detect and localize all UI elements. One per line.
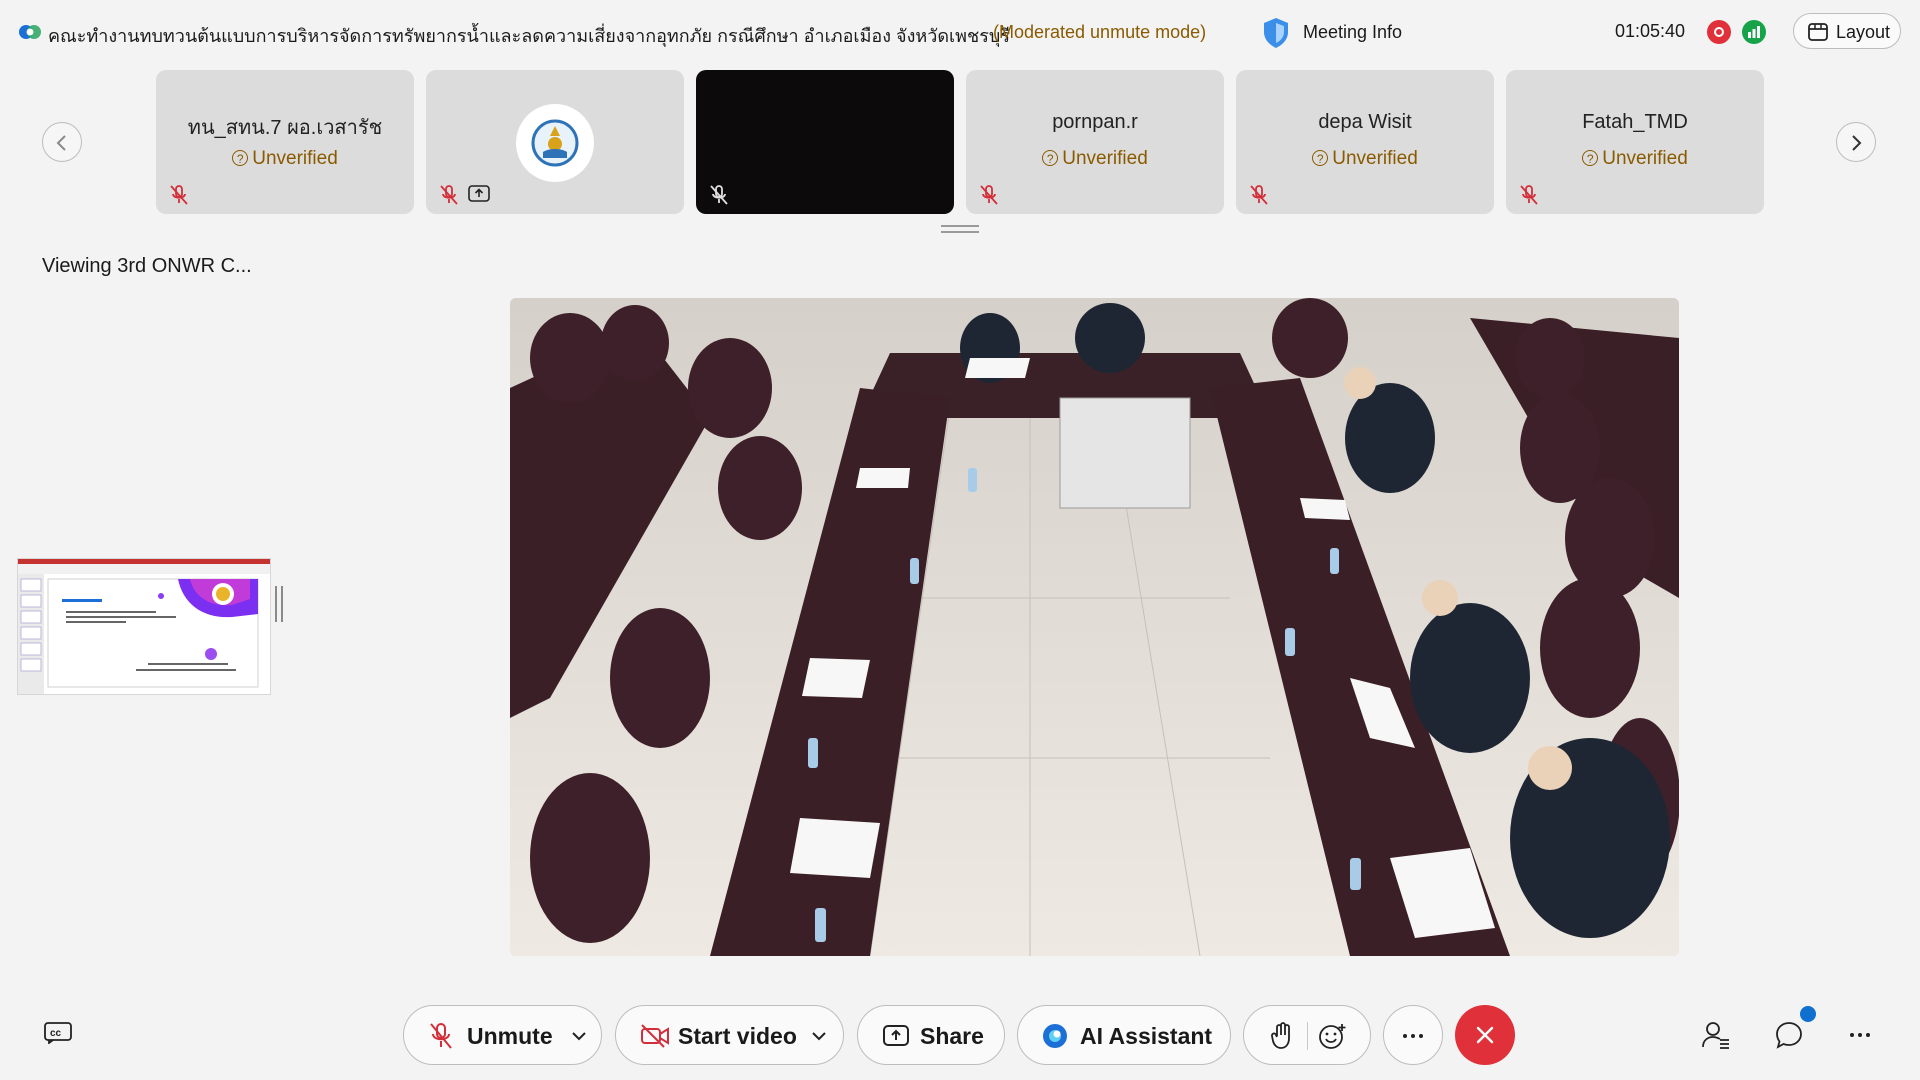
more-icon[interactable] — [1849, 1032, 1871, 1038]
ai-assistant-label: AI Assistant — [1080, 1023, 1213, 1049]
main-video-feed — [510, 298, 1679, 956]
participant-name: Fatah_TMD — [1582, 111, 1688, 133]
muted-mic-icon — [170, 185, 188, 205]
meeting-timer: 01:05:40 — [1615, 21, 1686, 41]
share-label: Share — [920, 1023, 984, 1049]
layout-label: Layout — [1836, 22, 1891, 42]
participant-status: ? Unverified — [1506, 148, 1764, 170]
avatar — [516, 104, 594, 182]
end-call-button[interactable] — [1455, 1005, 1515, 1065]
reactions-group — [1243, 1005, 1371, 1065]
thumbnail-resize-handle[interactable] — [275, 586, 283, 622]
muted-mic-icon — [1250, 185, 1268, 205]
unmute-label: Unmute — [467, 1023, 553, 1049]
participant-tile[interactable]: Fatah_TMD ? Unverified — [1506, 70, 1764, 214]
meeting-info-button[interactable]: Meeting Info — [1303, 22, 1402, 43]
chevron-down-icon[interactable] — [812, 1031, 826, 1041]
viewing-label: Viewing 3rd ONWR C... — [42, 255, 252, 277]
participant-tile[interactable]: depa Wisit ? Unverified — [1236, 70, 1494, 214]
recording-icon[interactable] — [1707, 20, 1731, 44]
share-screen-icon — [883, 1025, 909, 1046]
share-screen-icon — [468, 185, 490, 202]
muted-mic-icon — [710, 185, 728, 205]
chevron-right-icon — [1852, 135, 1862, 151]
chat-icon[interactable] — [1774, 1020, 1804, 1050]
muted-mic-icon — [980, 185, 998, 205]
participant-status: ? Unverified — [966, 148, 1224, 170]
ai-assistant-icon — [1043, 1024, 1067, 1048]
more-options-button[interactable] — [1383, 1005, 1443, 1065]
participant-status: ? Unverified — [1236, 148, 1494, 170]
muted-mic-icon — [440, 185, 458, 205]
shared-content-thumbnail[interactable] — [18, 559, 270, 694]
close-icon — [1476, 1026, 1494, 1044]
participant-tile[interactable]: pornpan.r ? Unverified — [966, 70, 1224, 214]
participant-name: ทน_สทน.7 ผอ.เวสารัช — [187, 117, 383, 139]
share-button[interactable]: Share — [857, 1005, 1005, 1065]
participant-name: depa Wisit — [1318, 111, 1412, 133]
ai-assistant-button[interactable]: AI Assistant — [1017, 1005, 1231, 1065]
participant-tile[interactable] — [426, 70, 684, 214]
video-off-icon — [641, 1024, 669, 1048]
chevron-down-icon[interactable] — [572, 1031, 586, 1041]
layout-icon — [1808, 23, 1828, 41]
unmute-mode-label: (Moderated unmute mode) — [993, 22, 1207, 42]
participants-icon[interactable] — [1701, 1020, 1731, 1050]
closed-captions-icon[interactable]: cc — [44, 1022, 72, 1044]
chevron-left-icon — [56, 135, 66, 151]
network-health-icon[interactable] — [1742, 20, 1766, 44]
participant-status: ? Unverified — [156, 148, 414, 170]
unmute-button[interactable]: Unmute — [403, 1005, 602, 1065]
svg-text:cc: cc — [50, 1028, 62, 1039]
participant-video-tile[interactable] — [696, 70, 954, 214]
more-icon — [1403, 1034, 1423, 1038]
start-video-button[interactable]: Start video — [615, 1005, 844, 1065]
strip-prev-button[interactable] — [42, 122, 82, 162]
participant-name: pornpan.r — [1052, 111, 1138, 133]
raise-hand-icon[interactable] — [1270, 1022, 1294, 1050]
chat-notification-badge — [1800, 1006, 1816, 1022]
start-video-label: Start video — [678, 1023, 797, 1049]
webex-logo-icon — [19, 25, 41, 39]
strip-next-button[interactable] — [1836, 122, 1876, 162]
muted-mic-icon — [430, 1023, 452, 1049]
reactions-icon[interactable] — [1318, 1022, 1348, 1050]
shield-icon[interactable] — [1262, 17, 1290, 49]
strip-resize-handle[interactable] — [941, 225, 979, 233]
divider — [1307, 1022, 1308, 1050]
muted-mic-icon — [1520, 185, 1538, 205]
top-bar: คณะทำงานทบทวนต้นแบบการบริหารจัดการทรัพยา… — [0, 0, 1920, 66]
participant-tile[interactable]: ทน_สทน.7 ผอ.เวสารัช ? Unverified — [156, 70, 414, 214]
layout-button[interactable]: Layout — [1793, 13, 1901, 49]
meeting-title: คณะทำงานทบทวนต้นแบบการบริหารจัดการทรัพยา… — [48, 26, 1011, 46]
